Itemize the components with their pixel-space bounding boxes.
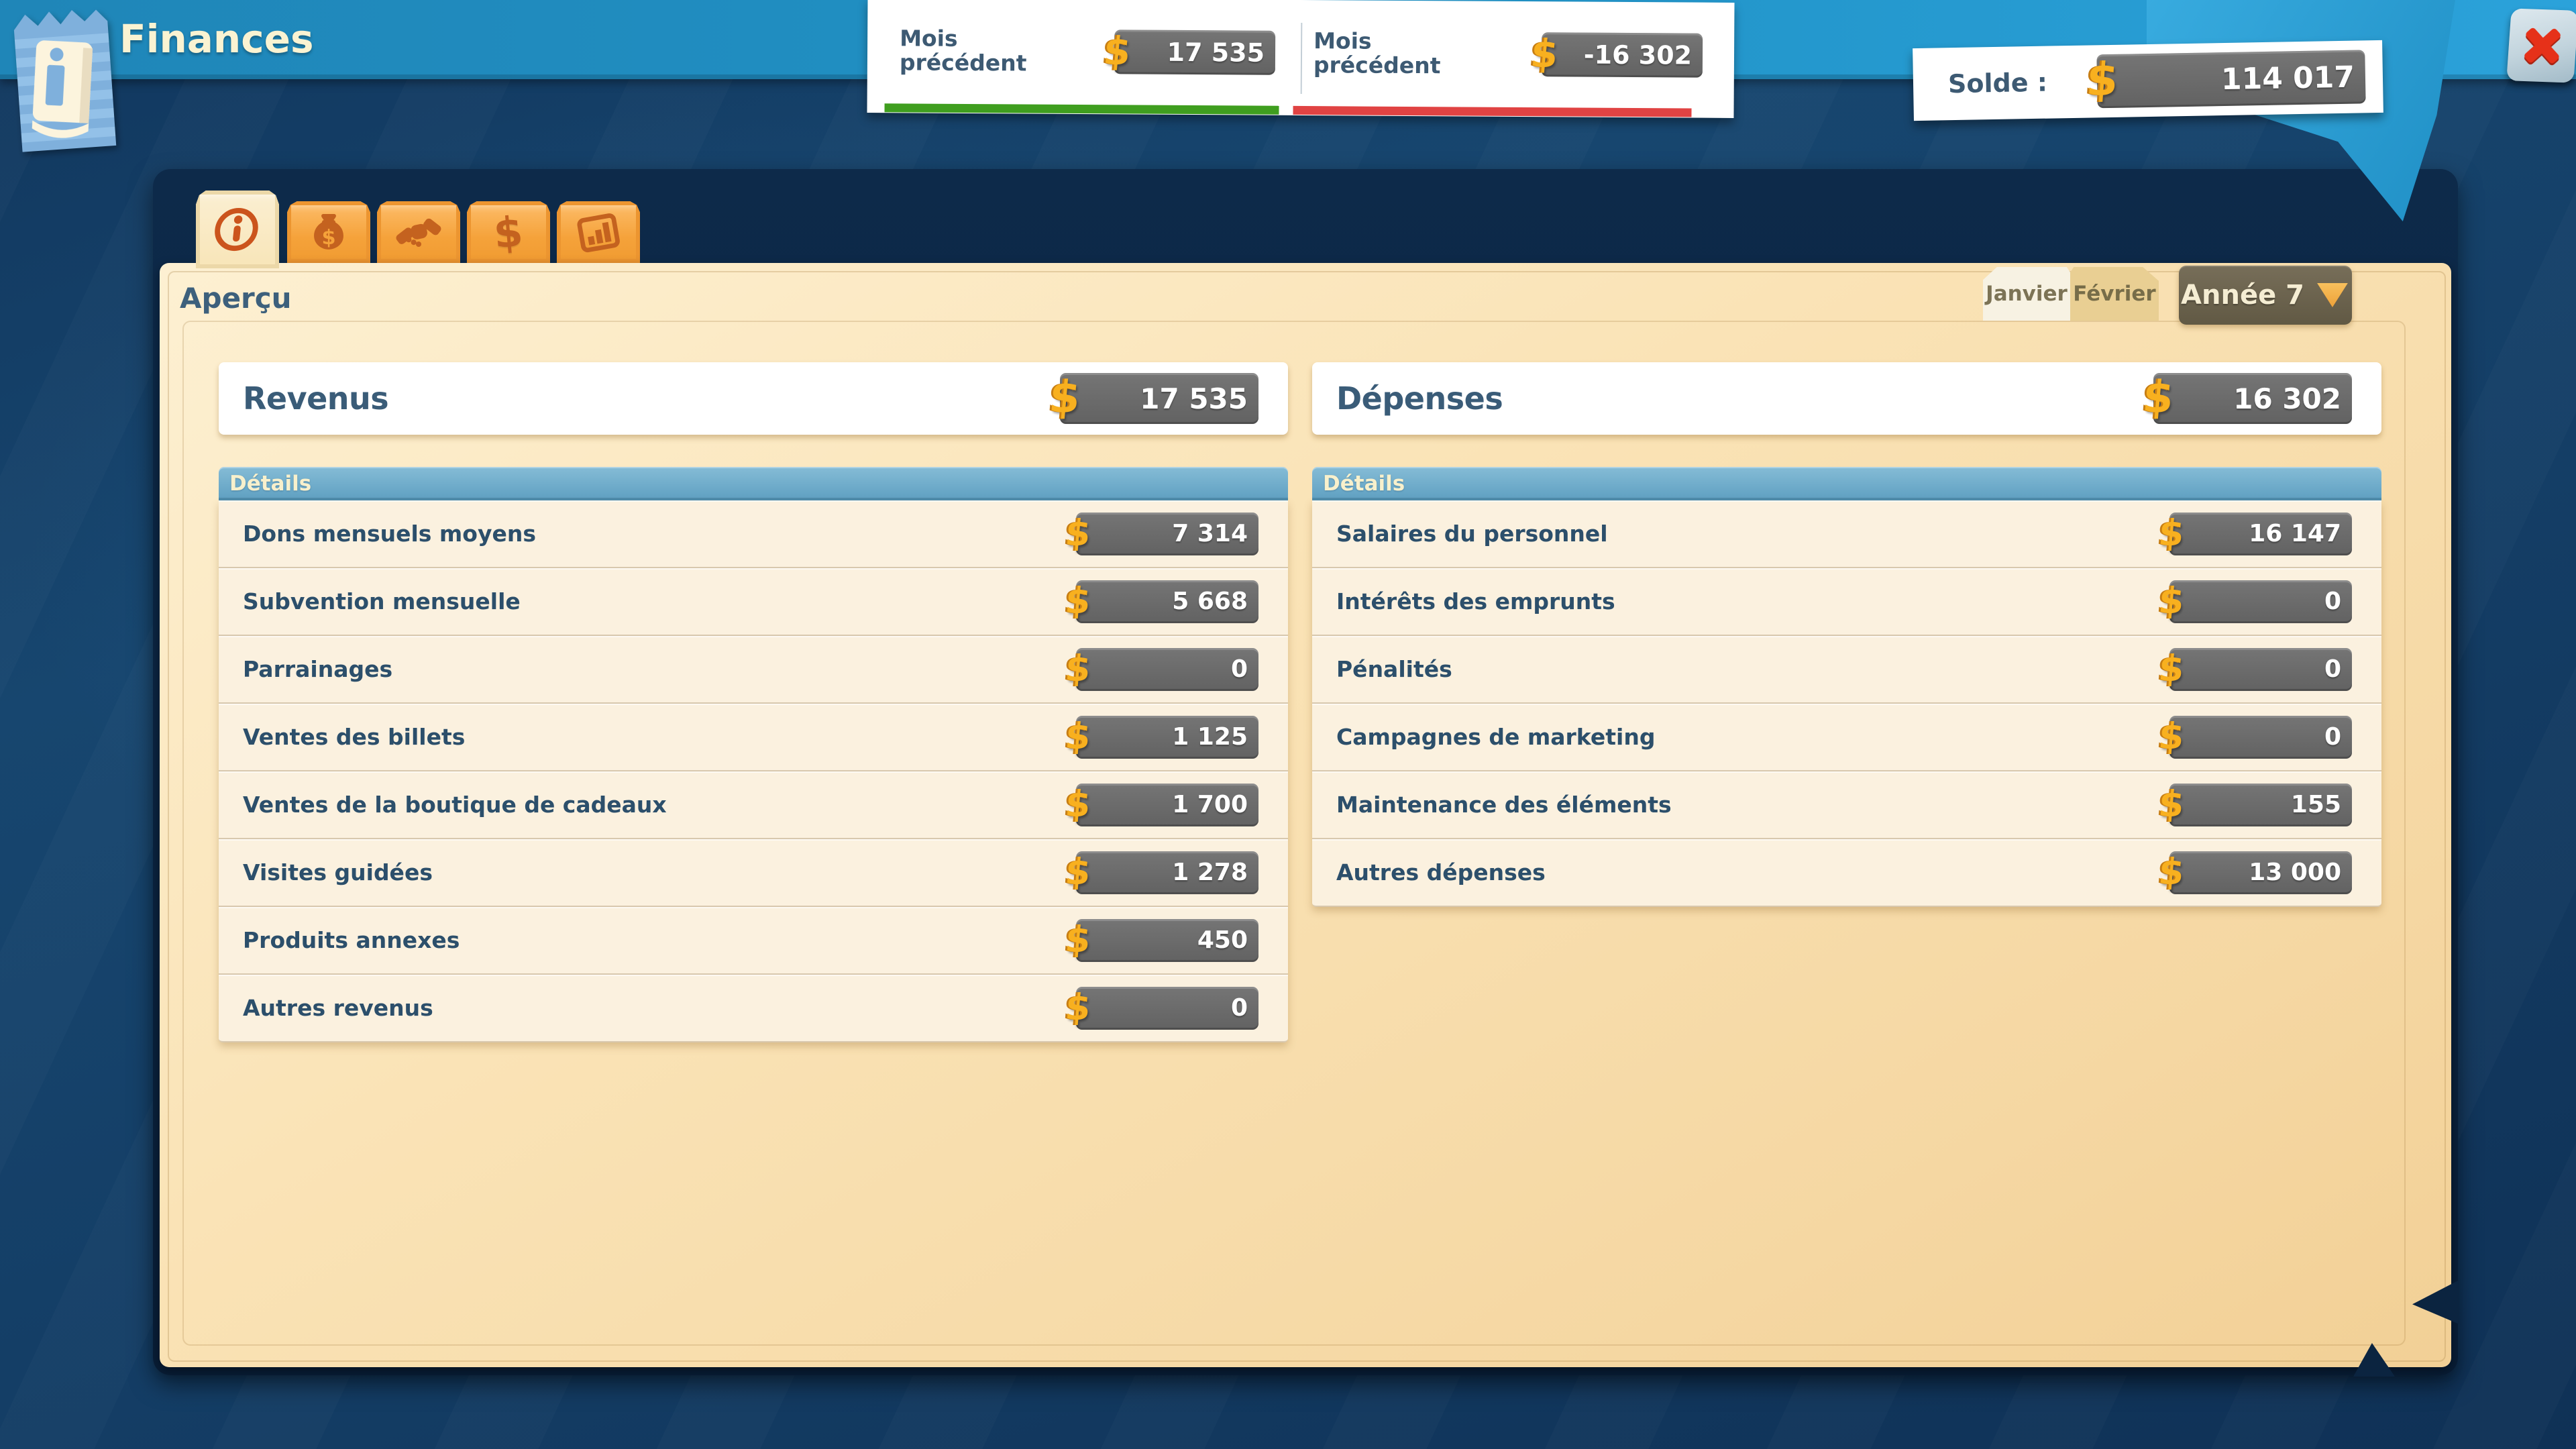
year-dropdown-label: Année 7 (2181, 280, 2304, 311)
dollar-icon: $ (1102, 32, 1132, 70)
money-bag-icon: $ (305, 208, 353, 256)
page-title: Finances (119, 16, 313, 62)
income-trend-strip (884, 103, 1279, 115)
dollar-icon: $ (1529, 34, 1560, 73)
expenses-rows: Salaires du personnel $16 147 Intérêts d… (1312, 500, 2381, 907)
balance-panel: Solde : $ 114 017 (1913, 40, 2383, 121)
dollar-icon: $ (1064, 786, 1092, 822)
chevron-down-icon (2315, 283, 2350, 307)
dollar-icon: $ (1064, 989, 1092, 1025)
expenses-details-header: Détails (1312, 467, 2381, 500)
tab-overview[interactable] (196, 191, 279, 268)
dollar-icon: $ (1047, 376, 1082, 420)
table-row: Visites guidées $1 278 (219, 839, 1288, 907)
year-dropdown[interactable]: Année 7 (2179, 266, 2352, 325)
dollar-icon: $ (492, 207, 525, 258)
dollar-icon: $ (2157, 515, 2186, 551)
previous-month-expense-value: -16 302 (1584, 40, 1703, 70)
tab-income[interactable]: $ (287, 201, 370, 263)
dollar-icon: $ (1064, 515, 1092, 551)
dollar-icon: $ (1064, 718, 1092, 754)
finances-screen: Finances Mois précédent $ 17 535 Mois pr… (0, 0, 2576, 1449)
month-tab-janvier[interactable]: Janvier (1983, 267, 2070, 321)
previous-month-income: Mois précédent $ 17 535 (900, 0, 1276, 106)
table-row: Parrainages $0 (219, 636, 1288, 704)
table-row: Autres revenus $0 (219, 975, 1288, 1042)
previous-month-expense-label: Mois précédent (1313, 29, 1451, 78)
close-icon (2515, 19, 2569, 72)
previous-month-income-pill: $ 17 535 (1114, 30, 1275, 74)
expenses-total-value: 16 302 (2233, 382, 2352, 415)
dollar-icon: $ (1064, 650, 1092, 686)
expenses-title: Dépenses (1336, 380, 1503, 417)
month-tab-fevrier[interactable]: Février (2070, 267, 2159, 321)
table-row: Ventes de la boutique de cadeaux $1 700 (219, 771, 1288, 839)
expenses-details-label: Détails (1323, 472, 1405, 496)
section-title: Aperçu (180, 282, 292, 315)
income-total-pill: $ 17 535 (1060, 373, 1258, 424)
finances-ledger-icon (13, 3, 116, 152)
month-tab-fevrier-label: Février (2073, 282, 2155, 306)
income-details-label: Détails (229, 472, 311, 496)
tab-pricing[interactable]: $ (467, 201, 550, 263)
dollar-icon: $ (1064, 853, 1092, 890)
bar-chart-icon (574, 208, 623, 256)
stat-divider (1301, 23, 1303, 94)
table-row: Intérêts des emprunts $0 (1312, 568, 2381, 636)
income-details-header: Détails (219, 467, 1288, 500)
table-row: Subvention mensuelle $5 668 (219, 568, 1288, 636)
table-row: Autres dépenses $13 000 (1312, 839, 2381, 907)
income-column: Revenus $ 17 535 Détails Dons mensuels m… (219, 362, 1288, 1042)
tab-charts[interactable] (557, 201, 640, 263)
dollar-icon: $ (2157, 853, 2186, 890)
table-row: Maintenance des éléments $155 (1312, 771, 2381, 839)
balance-pill: $ 114 017 (2096, 50, 2365, 108)
dollar-icon: $ (2085, 57, 2120, 103)
dollar-icon: $ (2157, 786, 2186, 822)
expense-trend-strip (1293, 106, 1691, 117)
expenses-total-pill: $ 16 302 (2153, 373, 2352, 424)
dollar-icon: $ (2141, 376, 2176, 420)
previous-month-income-label: Mois précédent (900, 27, 1037, 76)
income-summary-card: Revenus $ 17 535 (219, 362, 1288, 435)
dollar-icon: $ (1064, 582, 1092, 619)
svg-text:$: $ (321, 226, 335, 250)
balance-label: Solde : (1948, 68, 2048, 99)
table-row: Salaires du personnel $16 147 (1312, 500, 2381, 568)
balance-value: 114 017 (2221, 60, 2366, 97)
dollar-icon: $ (2157, 718, 2186, 754)
previous-month-expense-pill: $ -16 302 (1542, 32, 1703, 77)
handshake-icon (394, 208, 443, 256)
table-row: Dons mensuels moyens $7 314 (219, 500, 1288, 568)
dollar-icon: $ (1064, 921, 1092, 957)
expenses-summary-card: Dépenses $ 16 302 (1312, 362, 2381, 435)
previous-month-summary: Mois précédent $ 17 535 Mois précédent $… (867, 0, 1734, 118)
income-title: Revenus (243, 380, 388, 417)
table-row: Campagnes de marketing $0 (1312, 704, 2381, 771)
info-icon (213, 205, 262, 254)
tab-deals[interactable] (377, 201, 460, 263)
expenses-column: Dépenses $ 16 302 Détails Salaires du pe… (1312, 362, 2381, 907)
income-rows: Dons mensuels moyens $7 314 Subvention m… (219, 500, 1288, 1042)
previous-month-income-value: 17 535 (1167, 38, 1275, 68)
table-row: Pénalités $0 (1312, 636, 2381, 704)
dollar-icon: $ (2157, 582, 2186, 619)
previous-month-expense: Mois précédent $ -16 302 (1313, 0, 1703, 109)
month-tab-janvier-label: Janvier (1986, 282, 2068, 306)
income-total-value: 17 535 (1140, 382, 1258, 415)
close-button[interactable] (2506, 8, 2576, 83)
dollar-icon: $ (2157, 650, 2186, 686)
table-row: Ventes des billets $1 125 (219, 704, 1288, 771)
table-row: Produits annexes $450 (219, 907, 1288, 975)
